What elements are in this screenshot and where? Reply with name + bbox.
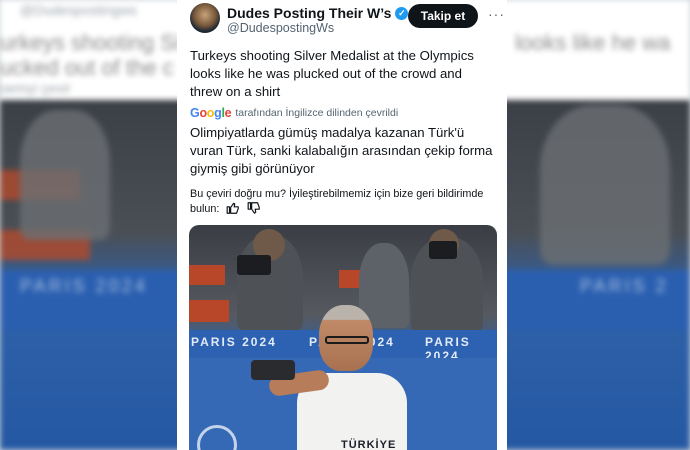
thumbs-down-icon[interactable] bbox=[247, 202, 261, 214]
background-text-line: urkeys shooting Si bbox=[0, 30, 180, 55]
camera bbox=[429, 241, 457, 259]
avatar[interactable] bbox=[190, 3, 220, 33]
background-text-line: ucked out of the c bbox=[0, 55, 174, 80]
background-handle-text: @Dudespostingws bbox=[20, 2, 137, 18]
handle[interactable]: @DudespostingWs bbox=[227, 21, 334, 35]
background-text-line: looks like he wa bbox=[515, 30, 671, 55]
background-band-text: PARIS 2024 bbox=[20, 276, 148, 296]
pistol bbox=[251, 360, 295, 380]
background-person bbox=[540, 105, 670, 265]
background-text-line: oemyi çevir bbox=[0, 80, 71, 96]
banner-text: PARIS 2024 bbox=[191, 335, 277, 349]
verified-badge-icon: ✓ bbox=[395, 6, 409, 20]
display-name[interactable]: Dudes Posting Their W’s bbox=[227, 5, 391, 21]
stadium-seat bbox=[189, 265, 225, 285]
camera bbox=[237, 255, 271, 275]
translated-by-text[interactable]: tarafından İngilizce dilinden çevrildi bbox=[235, 107, 398, 119]
translation-feedback: Bu çeviri doğru mu? İyileştirebilmemiz i… bbox=[190, 187, 495, 217]
translation-text: Olimpiyatlarda gümüş madalya kazanan Tür… bbox=[190, 125, 493, 176]
tweet-text: Turkeys shooting Silver Medalist at the … bbox=[190, 48, 474, 99]
stadium-seat bbox=[189, 300, 229, 322]
shooter-glasses bbox=[325, 336, 369, 344]
background-band-text: PARIS 2 bbox=[580, 276, 669, 296]
thumbs-up-icon[interactable] bbox=[226, 202, 240, 214]
shirt-text: TÜRKİYE bbox=[341, 439, 397, 450]
tweet-card: Dudes Posting Their W’s ✓ ▪ @Dudespostin… bbox=[177, 0, 507, 450]
more-icon[interactable]: ··· bbox=[488, 6, 505, 22]
translated-by-row: Google tarafından İngilizce dilinden çev… bbox=[190, 106, 398, 120]
tweet-media-photo[interactable]: PARIS 2024 PARIS 2024 PARIS 2024 TÜRKİYE bbox=[189, 225, 497, 450]
background-person bbox=[20, 110, 110, 240]
google-logo: Google bbox=[190, 106, 232, 120]
follow-button[interactable]: Takip et bbox=[408, 4, 478, 28]
author-name-row: Dudes Posting Their W’s ✓ ▪ bbox=[227, 5, 427, 21]
